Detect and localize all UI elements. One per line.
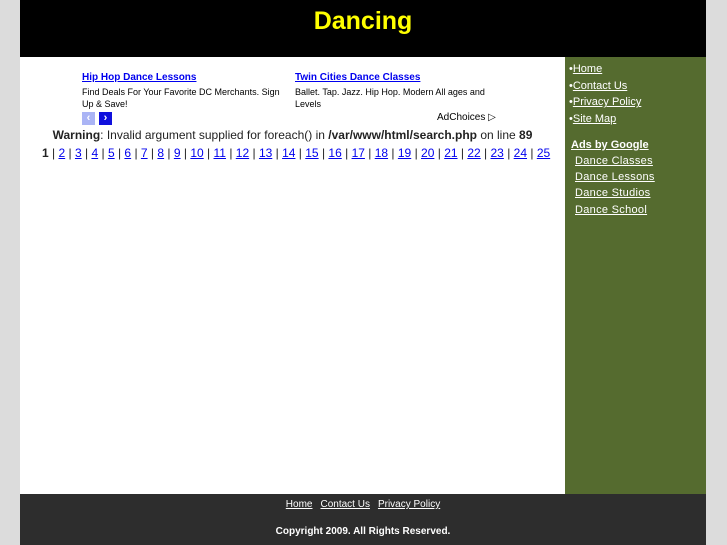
sidebar-link-home[interactable]: •Home: [569, 61, 706, 78]
page-link-19[interactable]: 19: [398, 146, 411, 160]
footer: Home Contact Us Privacy Policy Copyright 2…: [20, 494, 706, 545]
google-ad-link[interactable]: Dance Lessons: [575, 169, 706, 185]
warning-text: : Invalid argument supplied for foreach(…: [100, 128, 329, 142]
ad-text: Ballet. Tap. Jazz. Hip Hop. Modern All a…: [295, 87, 485, 109]
adchoices-icon: ▷: [488, 112, 496, 123]
sidebar-link-contact-us[interactable]: •Contact Us: [569, 78, 706, 95]
ad-text: Find Deals For Your Favorite DC Merchant…: [82, 87, 280, 109]
footer-link-contact-us[interactable]: Contact Us: [320, 499, 369, 510]
adchoices-label: AdChoices: [437, 112, 486, 123]
next-arrow-icon[interactable]: ›: [99, 112, 112, 125]
main-content: Hip Hop Dance Lessons Find Deals For You…: [20, 57, 565, 494]
ads-by-google-link[interactable]: Ads by Google: [571, 139, 706, 151]
sidebar-link-label: Site Map: [572, 113, 617, 126]
page-link-20[interactable]: 20: [421, 146, 434, 160]
page-link-21[interactable]: 21: [444, 146, 457, 160]
page-link-16[interactable]: 16: [328, 146, 341, 160]
page-link-8[interactable]: 8: [157, 146, 164, 160]
page-link-11[interactable]: 11: [214, 146, 226, 160]
page-link-3[interactable]: 3: [75, 146, 82, 160]
ad-title-link[interactable]: Twin Cities Dance Classes: [295, 72, 505, 84]
page-link-17[interactable]: 17: [352, 146, 365, 160]
sidebar-link-label: Home: [572, 63, 603, 75]
sidebar: •Home •Contact Us •Privacy Policy •Site Map…: [565, 57, 706, 494]
google-ad-link[interactable]: Dance Classes: [575, 153, 706, 169]
site-title: Dancing: [313, 7, 413, 35]
page-link-4[interactable]: 4: [91, 146, 98, 160]
warning-text: on line: [477, 128, 520, 142]
page-link-18[interactable]: 18: [375, 146, 388, 160]
sidebar-link-label: Contact Us: [572, 79, 628, 92]
page-link-12[interactable]: 12: [236, 146, 249, 160]
page-link-5[interactable]: 5: [108, 146, 115, 160]
footer-link-privacy-policy[interactable]: Privacy Policy: [378, 499, 440, 510]
page-link-23[interactable]: 23: [491, 146, 504, 160]
page-link-13[interactable]: 13: [259, 146, 272, 160]
google-ad-link[interactable]: Dance School: [575, 202, 706, 218]
ad-unit: Twin Cities Dance Classes Ballet. Tap. J…: [295, 72, 505, 110]
page-link-7[interactable]: 7: [141, 146, 148, 160]
page-link-25[interactable]: 25: [537, 146, 550, 160]
google-ad-link[interactable]: Dance Studios: [575, 185, 706, 201]
adchoices-link[interactable]: AdChoices ▷: [437, 112, 496, 123]
header: Dancing: [20, 0, 706, 57]
page-link-9[interactable]: 9: [174, 146, 181, 160]
page-link-2[interactable]: 2: [58, 146, 65, 160]
ad-title-link[interactable]: Hip Hop Dance Lessons: [82, 72, 292, 84]
warning-path: /var/www/html/search.php: [328, 128, 477, 142]
page-link-14[interactable]: 14: [282, 146, 295, 160]
page-link-15[interactable]: 15: [305, 146, 318, 160]
footer-links: Home Contact Us Privacy Policy: [20, 499, 706, 510]
page-link-24[interactable]: 24: [514, 146, 527, 160]
footer-link-home[interactable]: Home: [286, 499, 313, 510]
page: Dancing Hip Hop Dance Lessons Find Deals…: [20, 0, 706, 545]
prev-arrow-icon[interactable]: ‹: [82, 112, 95, 125]
ad-unit: Hip Hop Dance Lessons Find Deals For You…: [82, 72, 292, 110]
warning-label: Warning: [52, 128, 101, 142]
php-warning: Warning: Invalid argument supplied for f…: [20, 128, 565, 142]
warning-line: 89: [519, 128, 533, 142]
page-link-6[interactable]: 6: [124, 146, 131, 160]
copyright: Copyright 2009. All Rights Reserved.: [275, 526, 451, 537]
sidebar-link-privacy-policy[interactable]: •Privacy Policy: [569, 94, 706, 111]
current-page: 1: [42, 146, 49, 160]
page-link-22[interactable]: 22: [467, 146, 480, 160]
sidebar-link-site-map[interactable]: •Site Map: [569, 111, 706, 128]
sidebar-link-label: Privacy Policy: [572, 96, 642, 109]
pagination: 1 | 2 | 3 | 4 | 5 | 6 | 7 | 8 | 9 | 10 |…: [42, 146, 551, 160]
page-link-10[interactable]: 10: [190, 146, 203, 160]
